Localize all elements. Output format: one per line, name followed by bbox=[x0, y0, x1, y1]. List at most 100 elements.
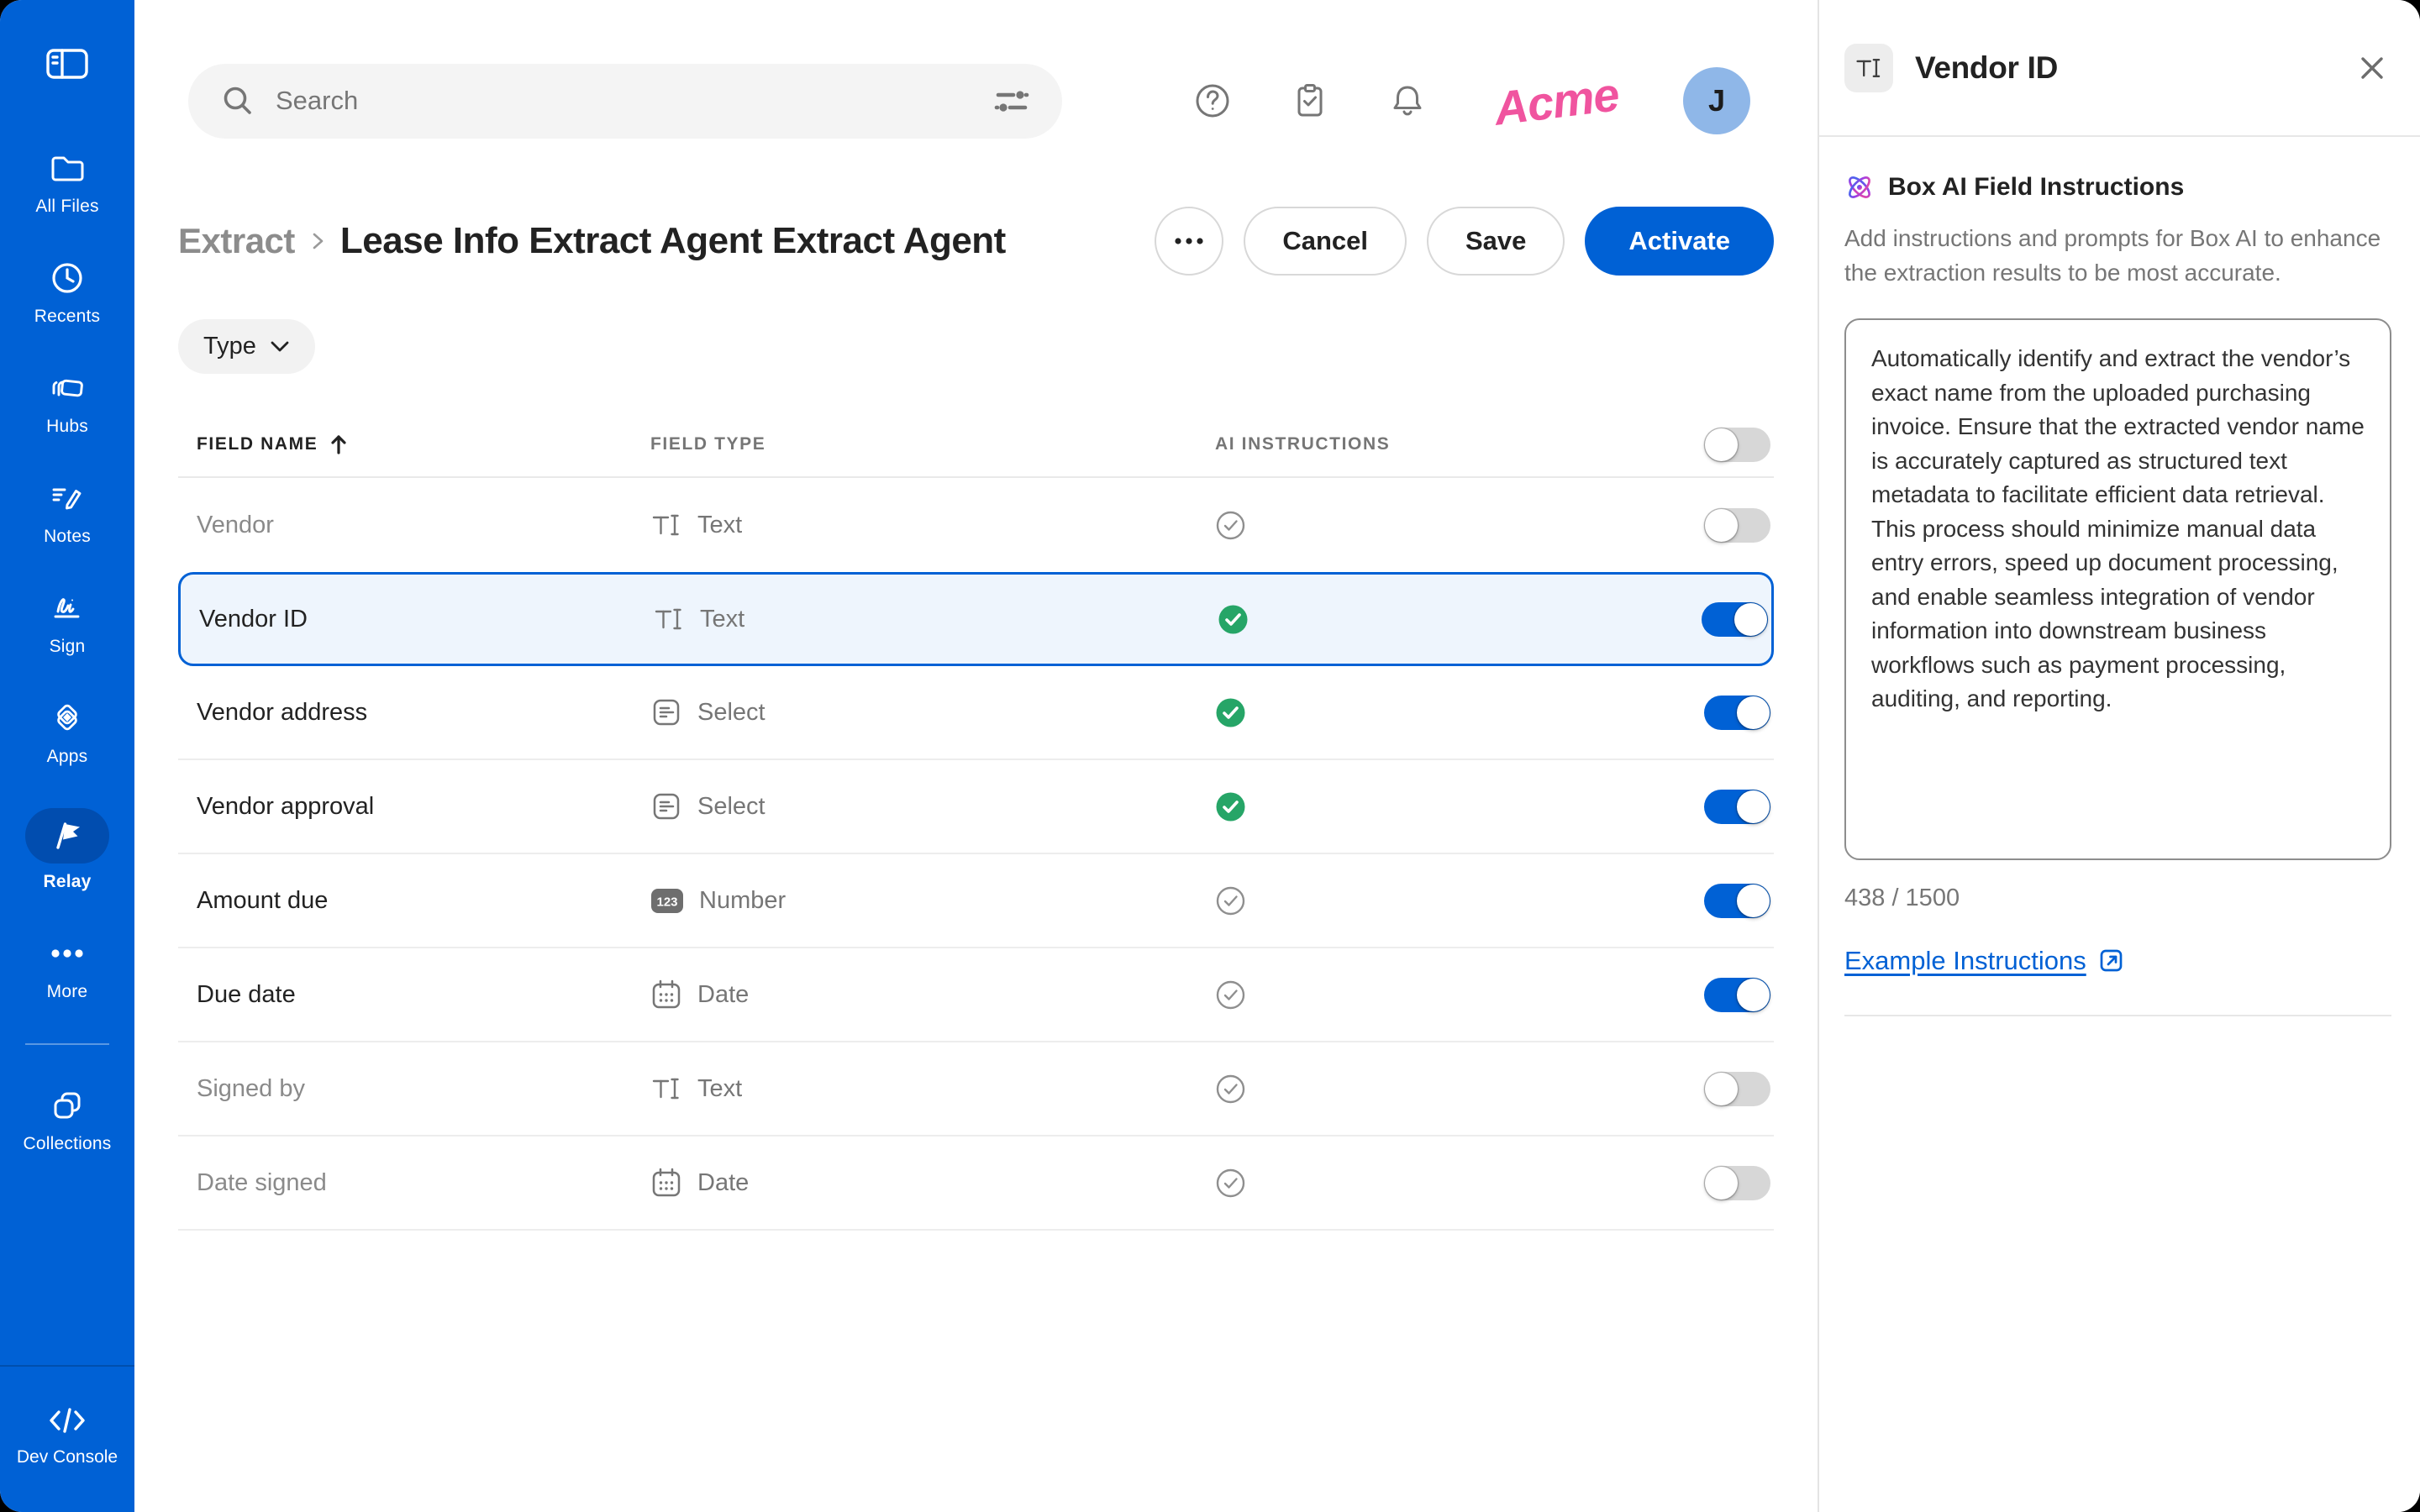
table-row[interactable]: Vendor Text bbox=[178, 478, 1774, 572]
sign-icon bbox=[48, 588, 87, 628]
ai-instructions-status bbox=[1215, 979, 1671, 1011]
field-enabled-toggle[interactable] bbox=[1704, 790, 1770, 824]
box-ai-section-header: Box AI Field Instructions bbox=[1844, 172, 2391, 202]
sidebar-item-label: Recents bbox=[34, 306, 100, 328]
ellipsis-icon bbox=[1174, 237, 1204, 245]
sidebar-item-relay[interactable]: Relay bbox=[0, 808, 134, 893]
sidebar-item-label: Sign bbox=[50, 636, 86, 658]
page-title: Lease Info Extract Agent Extract Agent bbox=[340, 220, 1006, 262]
breadcrumb-extract[interactable]: Extract bbox=[178, 221, 295, 261]
table-row[interactable]: Amount due 123 Number bbox=[178, 854, 1774, 948]
field-type: Select bbox=[650, 696, 1215, 728]
app-window: All Files Recents Hubs bbox=[0, 0, 2420, 1512]
field-type: Text bbox=[650, 509, 1215, 541]
clock-icon bbox=[48, 258, 87, 298]
field-type-icon bbox=[650, 1073, 682, 1105]
table-row[interactable]: Signed by Text bbox=[178, 1042, 1774, 1137]
sidebar-item-hubs[interactable]: Hubs bbox=[0, 368, 134, 438]
column-header-ai-instructions[interactable]: AI INSTRUCTIONS bbox=[1215, 434, 1671, 454]
close-icon[interactable] bbox=[2358, 54, 2386, 82]
field-type: Date bbox=[650, 1167, 1215, 1199]
type-filter-dropdown[interactable]: Type bbox=[178, 319, 315, 374]
ai-instructions-empty-icon bbox=[1215, 1168, 1246, 1199]
example-instructions-label: Example Instructions bbox=[1844, 946, 2086, 976]
more-options-button[interactable] bbox=[1155, 207, 1223, 276]
notes-icon bbox=[48, 478, 87, 518]
save-button[interactable]: Save bbox=[1427, 207, 1565, 276]
ai-instructions-textarea[interactable]: Automatically identify and extract the v… bbox=[1844, 318, 2391, 860]
field-enabled-toggle[interactable] bbox=[1704, 978, 1770, 1012]
help-icon[interactable] bbox=[1193, 81, 1232, 120]
field-enabled-toggle[interactable] bbox=[1704, 1166, 1770, 1200]
avatar[interactable]: J bbox=[1683, 67, 1750, 134]
cancel-button[interactable]: Cancel bbox=[1244, 207, 1407, 276]
column-header-field-type[interactable]: FIELD TYPE bbox=[650, 434, 1215, 454]
sidebar-item-label: Relay bbox=[43, 871, 91, 893]
panel-divider bbox=[1844, 1015, 2391, 1016]
box-ai-section-title: Box AI Field Instructions bbox=[1888, 173, 2184, 202]
chevron-right-icon bbox=[307, 230, 329, 252]
sidebar-collapse-icon[interactable] bbox=[45, 47, 89, 81]
search-input[interactable] bbox=[276, 86, 993, 116]
table-row[interactable]: Vendor address Select bbox=[178, 666, 1774, 760]
ai-instructions-status bbox=[1218, 604, 1669, 635]
notifications-bell-icon[interactable] bbox=[1388, 81, 1427, 120]
ai-instructions-empty-icon bbox=[1215, 979, 1246, 1011]
sidebar-item-collections[interactable]: Collections bbox=[0, 1085, 134, 1155]
sidebar-item-label: Collections bbox=[24, 1133, 112, 1155]
field-enabled-toggle[interactable] bbox=[1704, 508, 1770, 543]
field-enabled-toggle[interactable] bbox=[1704, 696, 1770, 730]
toolbar-actions: Cancel Save Activate bbox=[1155, 207, 1774, 276]
field-name: Vendor bbox=[197, 512, 650, 539]
header-icons: Acme J bbox=[1193, 67, 1774, 134]
field-enabled-toggle[interactable] bbox=[1702, 602, 1768, 637]
field-name: Due date bbox=[197, 981, 650, 1009]
example-instructions-link[interactable]: Example Instructions bbox=[1844, 946, 2125, 976]
ai-instructions-done-icon bbox=[1218, 604, 1249, 635]
field-name: Signed by bbox=[197, 1075, 650, 1103]
sidebar-item-notes[interactable]: Notes bbox=[0, 478, 134, 548]
sidebar-item-recents[interactable]: Recents bbox=[0, 258, 134, 328]
toolbar: Extract Lease Info Extract Agent Extract… bbox=[178, 207, 1774, 276]
dev-console-icon bbox=[47, 1404, 87, 1437]
sidebar-item-all-files[interactable]: All Files bbox=[0, 148, 134, 218]
table-row[interactable]: Date signed Date bbox=[178, 1137, 1774, 1231]
top-header: Acme J bbox=[178, 42, 1774, 160]
field-type-icon bbox=[653, 603, 685, 635]
table-row[interactable]: Due date Date bbox=[178, 948, 1774, 1042]
search-icon bbox=[220, 83, 255, 118]
table-body: Vendor Text Vendor ID Text bbox=[178, 478, 1774, 1231]
ai-instructions-status bbox=[1215, 697, 1671, 728]
sidebar-item-more[interactable]: More bbox=[0, 933, 134, 1003]
field-enabled-toggle[interactable] bbox=[1704, 1072, 1770, 1106]
fields-table: FIELD NAME FIELD TYPE AI INSTRUCTIONS Ve… bbox=[178, 412, 1774, 1231]
ai-instructions-status bbox=[1215, 791, 1671, 822]
header-ai-toggle[interactable] bbox=[1704, 428, 1770, 462]
ai-instructions-status bbox=[1215, 885, 1671, 916]
sidebar-item-label: Apps bbox=[47, 746, 88, 768]
tasks-clipboard-icon[interactable] bbox=[1291, 81, 1329, 120]
activate-button[interactable]: Activate bbox=[1585, 207, 1774, 276]
chevron-down-icon bbox=[270, 340, 290, 354]
column-header-field-name[interactable]: FIELD NAME bbox=[197, 433, 650, 456]
field-type-icon bbox=[650, 696, 682, 728]
search-bar bbox=[188, 64, 1062, 139]
field-enabled-toggle[interactable] bbox=[1704, 884, 1770, 918]
sidebar-item-label: Hubs bbox=[46, 416, 88, 438]
field-type: Date bbox=[650, 979, 1215, 1011]
relay-flag-icon bbox=[25, 808, 109, 864]
panel-header: Vendor ID bbox=[1819, 0, 2420, 137]
ai-instructions-done-icon bbox=[1215, 697, 1246, 728]
table-header-row: FIELD NAME FIELD TYPE AI INSTRUCTIONS bbox=[178, 412, 1774, 478]
field-type: Text bbox=[653, 603, 1218, 635]
search-filter-icon[interactable] bbox=[993, 84, 1030, 118]
ai-instructions-empty-icon bbox=[1215, 510, 1246, 541]
sidebar-item-dev-console[interactable]: Dev Console bbox=[0, 1365, 134, 1512]
sidebar-item-apps[interactable]: Apps bbox=[0, 698, 134, 768]
field-type-icon: 123 bbox=[650, 888, 684, 914]
table-row[interactable]: Vendor ID Text bbox=[178, 572, 1774, 666]
sidebar-item-label: Notes bbox=[44, 526, 91, 548]
field-name: Vendor ID bbox=[199, 606, 653, 633]
sidebar-item-sign[interactable]: Sign bbox=[0, 588, 134, 658]
table-row[interactable]: Vendor approval Select bbox=[178, 760, 1774, 854]
